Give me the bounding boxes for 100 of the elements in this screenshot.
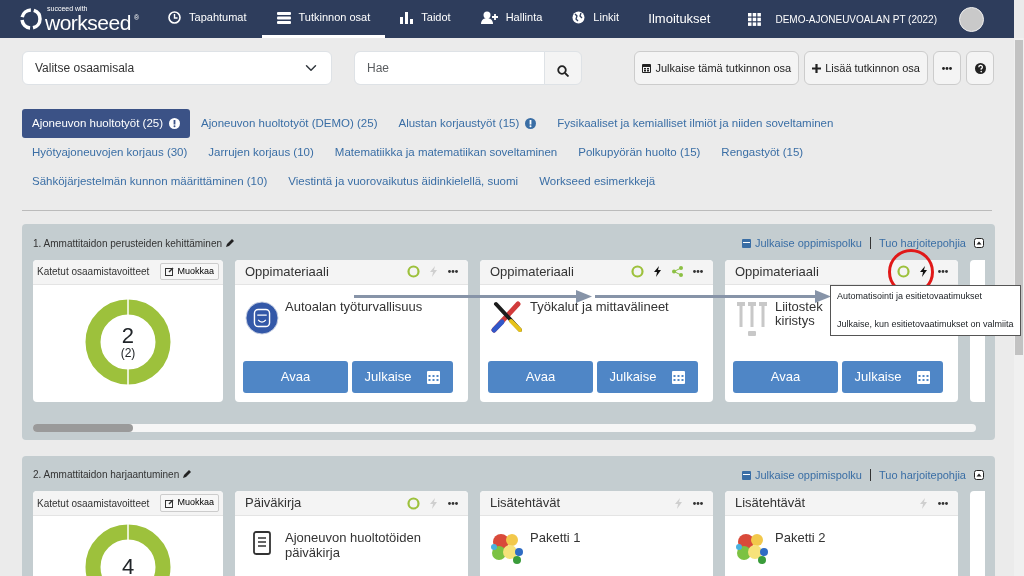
card-heading: Paketti 2 — [775, 531, 826, 547]
edit-button[interactable]: Muokkaa — [160, 262, 219, 281]
card-title: Katetut osaamistavoitteet — [37, 265, 150, 279]
search-field[interactable]: Hae — [354, 51, 545, 85]
calendar-icon — [642, 63, 652, 73]
publish-button[interactable]: Julkaise — [352, 360, 453, 393]
more-icon — [942, 66, 952, 70]
goal-count: 4 — [121, 556, 135, 576]
notifications-link[interactable]: Ilmoitukset — [648, 9, 711, 29]
collapse-icon[interactable] — [974, 238, 984, 249]
open-button[interactable]: Avaa — [488, 360, 593, 393]
grid-icon[interactable] — [748, 12, 762, 26]
brand-name: workseed — [45, 12, 131, 33]
card-title: Lisätehtävät — [735, 494, 807, 513]
goal-subcount: (2) — [120, 346, 136, 359]
card-heading: Liitostek kiristys — [775, 299, 823, 331]
organization-name[interactable]: DEMO-AJONEUVOALAN PT (2022) — [775, 11, 937, 27]
pencil-icon[interactable] — [182, 470, 192, 480]
globe-icon — [572, 11, 586, 24]
category-tab[interactable]: Polkupyörän huolto (15) — [568, 138, 711, 167]
category-tab[interactable]: Ajoneuvon huoltotyöt (DEMO) (25) — [191, 109, 388, 138]
alert-icon — [169, 118, 181, 129]
category-tab[interactable]: Hyötyajoneuvojen korjaus (30) — [22, 138, 198, 167]
help-button[interactable] — [966, 51, 994, 85]
horizontal-scrollbar[interactable] — [33, 423, 976, 432]
calendar-icon — [741, 469, 751, 480]
collapse-icon[interactable] — [974, 469, 984, 480]
edit-icon — [165, 267, 175, 276]
bubbles-icon — [735, 531, 769, 565]
more-icon[interactable] — [693, 270, 703, 273]
nav-item[interactable]: Linkit — [557, 0, 635, 38]
pencil-icon[interactable] — [225, 238, 234, 248]
more-icon[interactable] — [448, 501, 458, 505]
category-tab[interactable]: Fysikaaliset ja kemialliset ilmiöt ja niiden soveltaminen — [547, 109, 844, 138]
lightning-icon[interactable] — [920, 266, 928, 277]
category-tab[interactable]: Viestintä ja vuorovaikutus äidinkielellä, suomi — [278, 167, 529, 196]
category-tab[interactable]: Alustan korjaustyöt (15) — [388, 109, 547, 138]
card-heading: Paketti 1 — [530, 531, 581, 547]
scrollbar-thumb[interactable] — [33, 423, 133, 432]
tooltip-item[interactable]: Julkaise, kun esitietovaatimukset on valmiita — [837, 317, 1014, 331]
notebook-icon — [252, 531, 272, 555]
add-unit-button[interactable]: Lisää tutkinnon osa — [804, 51, 928, 85]
card-title: Lisätehtävät — [490, 494, 562, 513]
edit-icon — [165, 498, 175, 508]
edit-button[interactable]: Muokkaa — [160, 494, 219, 512]
nav-item[interactable]: Tapahtumat — [153, 0, 262, 38]
alert-icon — [525, 118, 537, 129]
category-tab[interactable]: Jarrujen korjaus (10) — [198, 138, 324, 167]
category-tab[interactable]: Ajoneuvon huoltotyöt (25) — [22, 109, 191, 138]
goal-count: 2 — [120, 324, 136, 347]
card-title: Katetut osaamistavoitteet — [37, 496, 150, 511]
more-icon[interactable] — [938, 501, 948, 505]
import-templates-link[interactable]: Tuo harjoitepohjia — [878, 235, 966, 252]
page-scrollbar[interactable] — [1014, 38, 1024, 576]
tooltip-item[interactable]: Automatisointi ja esitietovaatimukset — [837, 290, 1014, 304]
add-user-icon — [480, 11, 498, 24]
publish-path-link[interactable]: Julkaise oppimispolku — [741, 235, 862, 252]
section-title: 2. Ammattitaidon harjaantuminen — [33, 468, 180, 483]
clock-icon — [168, 11, 182, 24]
nav-item[interactable]: Hallinta — [465, 0, 558, 38]
nav-item[interactable]: Taidot — [385, 0, 466, 38]
open-button[interactable]: Avaa — [243, 360, 348, 393]
search-button[interactable] — [544, 51, 582, 85]
publish-unit-button[interactable]: Julkaise tämä tutkinnon osa — [634, 51, 800, 85]
publish-button[interactable]: Julkaise — [597, 360, 698, 393]
card-title: Oppimateriaali — [735, 262, 820, 281]
card-title: Oppimateriaali — [490, 262, 575, 281]
calendar-icon — [741, 238, 751, 249]
card-heading: Ajoneuvon huoltotöiden päiväkirja — [285, 531, 422, 562]
plus-icon — [812, 63, 822, 73]
lightning-icon[interactable] — [654, 266, 662, 277]
category-tab[interactable]: Matematiikka ja matematiikan soveltaminen — [324, 138, 568, 167]
more-icon[interactable] — [693, 501, 703, 505]
more-icon[interactable] — [448, 270, 458, 273]
calendar-icon — [427, 369, 441, 384]
publish-button[interactable]: Julkaise — [842, 360, 943, 393]
bolts-icon — [737, 299, 767, 338]
import-templates-link[interactable]: Tuo harjoitepohjia — [878, 466, 966, 483]
nav-item[interactable]: Tutkinnon osat — [261, 0, 386, 38]
logo-icon — [20, 8, 42, 30]
more-button[interactable] — [933, 51, 961, 85]
bubbles-icon — [490, 531, 524, 565]
avatar[interactable] — [959, 6, 984, 32]
scrollbar-thumb[interactable] — [1015, 40, 1023, 355]
open-button[interactable]: Avaa — [733, 360, 838, 393]
calendar-icon — [917, 369, 931, 384]
card-heading: Työkalut ja mittavälineet — [530, 299, 669, 316]
category-tab[interactable]: Rengastyöt (15) — [711, 138, 814, 167]
bar-chart-icon — [400, 11, 414, 24]
domain-select[interactable]: Valitse osaamisala — [22, 51, 332, 85]
card-title: Päiväkirja — [245, 494, 303, 513]
category-tab[interactable]: Sähköjärjestelmän kunnon määrittäminen (10) — [22, 167, 278, 196]
more-icon[interactable] — [938, 270, 948, 273]
search-icon — [557, 64, 569, 77]
category-tab[interactable]: Workseed esimerkkejä — [529, 167, 666, 196]
tools-icon — [490, 299, 524, 334]
card-heading: Autoalan työturvallisuus — [285, 299, 423, 316]
publish-path-link[interactable]: Julkaise oppimispolku — [741, 466, 862, 483]
card-title: Oppimateriaali — [245, 262, 330, 281]
calendar-icon — [672, 369, 686, 384]
